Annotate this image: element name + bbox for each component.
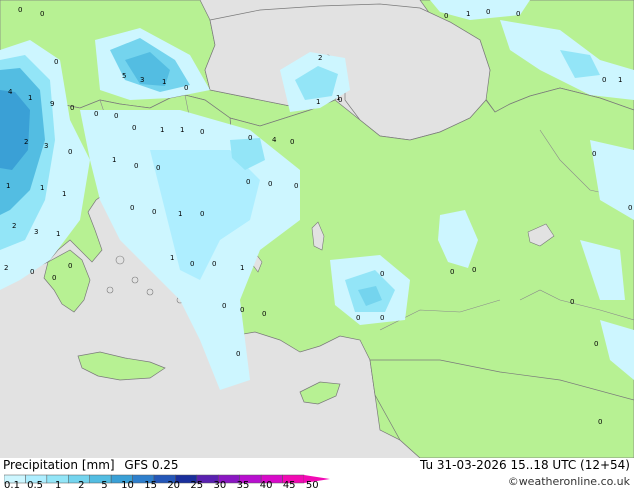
point-value: 0 bbox=[356, 314, 360, 322]
point-value: 1 bbox=[618, 76, 622, 84]
scale-tick-label: 25 bbox=[190, 480, 204, 491]
scale-tick-label: 15 bbox=[144, 480, 157, 491]
point-value: 0 bbox=[628, 204, 632, 212]
point-value: 0 bbox=[68, 262, 72, 270]
point-value: 1 bbox=[240, 264, 244, 272]
point-value: 0 bbox=[472, 266, 476, 274]
weather-map-panel: 0100000253104190000110043201001111000000… bbox=[0, 0, 634, 491]
point-value: 0 bbox=[130, 204, 134, 212]
point-value: 1 bbox=[6, 182, 10, 190]
scale-tick-label: 45 bbox=[282, 480, 296, 491]
point-value: 0 bbox=[190, 260, 194, 268]
point-value: 0 bbox=[134, 162, 138, 170]
point-value: 1 bbox=[466, 10, 470, 18]
point-value: 0 bbox=[40, 10, 44, 18]
point-value: 4 bbox=[8, 88, 13, 96]
title-text: Precipitation [mm] bbox=[3, 458, 115, 472]
point-value: 0 bbox=[268, 180, 272, 188]
point-value: 0 bbox=[200, 210, 204, 218]
point-value: 0 bbox=[152, 208, 156, 216]
precipitation-map: 0 1 0 0 0 0 0 2 5 3 1 0 4 1 9 0 0 0 0 1 1 0 0 4 3 2 0 1 0 0 1 1 1 1 0 0 0 0 0 0… bbox=[0, 0, 634, 458]
point-value: 2 bbox=[4, 264, 8, 272]
point-value: 0 bbox=[294, 182, 298, 190]
point-value: 2 bbox=[24, 138, 28, 146]
point-value: 0 bbox=[222, 302, 226, 310]
credit-link[interactable]: ©weatheronline.co.uk bbox=[508, 475, 630, 488]
legend-bar: Precipitation [mm] GFS 0.25 Tu 31-03-202… bbox=[0, 458, 634, 491]
point-value: 0 bbox=[248, 134, 252, 142]
point-value: 0 bbox=[262, 310, 266, 318]
point-value: 0 bbox=[570, 298, 574, 306]
point-value: 0 bbox=[592, 150, 596, 158]
point-value: 9 bbox=[50, 100, 54, 108]
point-value: 0 bbox=[450, 268, 454, 276]
scale-tick-label: 35 bbox=[236, 480, 250, 491]
point-value: 0 bbox=[290, 138, 294, 146]
scale-tick-label: 0.1 bbox=[4, 480, 20, 491]
scale-tick-label: 50 bbox=[305, 480, 319, 491]
point-value: 0 bbox=[30, 268, 34, 276]
point-value: 1 bbox=[180, 126, 184, 134]
scale-tick-label: 2 bbox=[78, 480, 85, 491]
point-value: 0 bbox=[94, 110, 98, 118]
point-value: 0 bbox=[212, 260, 216, 268]
scale-tick-label: 0.5 bbox=[27, 480, 44, 491]
point-value: 0 bbox=[486, 8, 490, 16]
point-value: 2 bbox=[318, 54, 322, 62]
point-value: 0 bbox=[444, 12, 448, 20]
point-value: 0 bbox=[54, 58, 58, 66]
valid-time: Tu 31-03-2026 15..18 UTC (12+54) bbox=[419, 458, 630, 472]
point-value: 0 bbox=[156, 164, 160, 172]
point-value: 0 bbox=[184, 84, 188, 92]
point-value: 0 bbox=[380, 314, 384, 322]
model-text: GFS 0.25 bbox=[124, 458, 179, 472]
point-value: 1 bbox=[112, 156, 116, 164]
point-value: 1 bbox=[62, 190, 66, 198]
point-value: 1 bbox=[56, 230, 60, 238]
point-value: 1 bbox=[170, 254, 174, 262]
point-value: 0 bbox=[516, 10, 520, 18]
point-value: 3 bbox=[44, 142, 48, 150]
scale-tick-label: 5 bbox=[101, 480, 108, 491]
point-value: 0 bbox=[246, 178, 250, 186]
point-value: 0 bbox=[70, 104, 74, 112]
point-value: 0 bbox=[18, 6, 22, 14]
scale-tick-label: 10 bbox=[121, 480, 134, 491]
point-value: 1 bbox=[40, 184, 44, 192]
point-value: 3 bbox=[34, 228, 38, 236]
point-value: 2 bbox=[12, 222, 16, 230]
point-value: 3 bbox=[140, 76, 144, 84]
point-value: 0 bbox=[598, 418, 602, 426]
point-value: 1 bbox=[28, 94, 32, 102]
map-title: Precipitation [mm] GFS 0.25 bbox=[3, 458, 179, 472]
point-value: 5 bbox=[122, 72, 126, 80]
point-value: 0 bbox=[236, 350, 240, 358]
scale-tick-label: 40 bbox=[259, 480, 273, 491]
point-value: 1 bbox=[160, 126, 164, 134]
point-value: 0 bbox=[594, 340, 598, 348]
scale-tick-label: 20 bbox=[167, 480, 181, 491]
scale-tick-label: 1 bbox=[55, 480, 62, 491]
point-value: 1 bbox=[162, 78, 166, 86]
point-value: 1 bbox=[316, 98, 320, 106]
point-value: 0 bbox=[602, 76, 606, 84]
scale-tick-label: 30 bbox=[213, 480, 227, 491]
point-value: 0 bbox=[52, 274, 56, 282]
point-value: 0 bbox=[68, 148, 72, 156]
point-value: 1 bbox=[336, 94, 340, 102]
point-value: 0 bbox=[240, 306, 244, 314]
point-value: 4 bbox=[272, 136, 277, 144]
point-value: 0 bbox=[200, 128, 204, 136]
point-value: 1 bbox=[178, 210, 182, 218]
point-value: 0 bbox=[114, 112, 118, 120]
point-value: 0 bbox=[132, 124, 136, 132]
point-value: 0 bbox=[380, 270, 384, 278]
